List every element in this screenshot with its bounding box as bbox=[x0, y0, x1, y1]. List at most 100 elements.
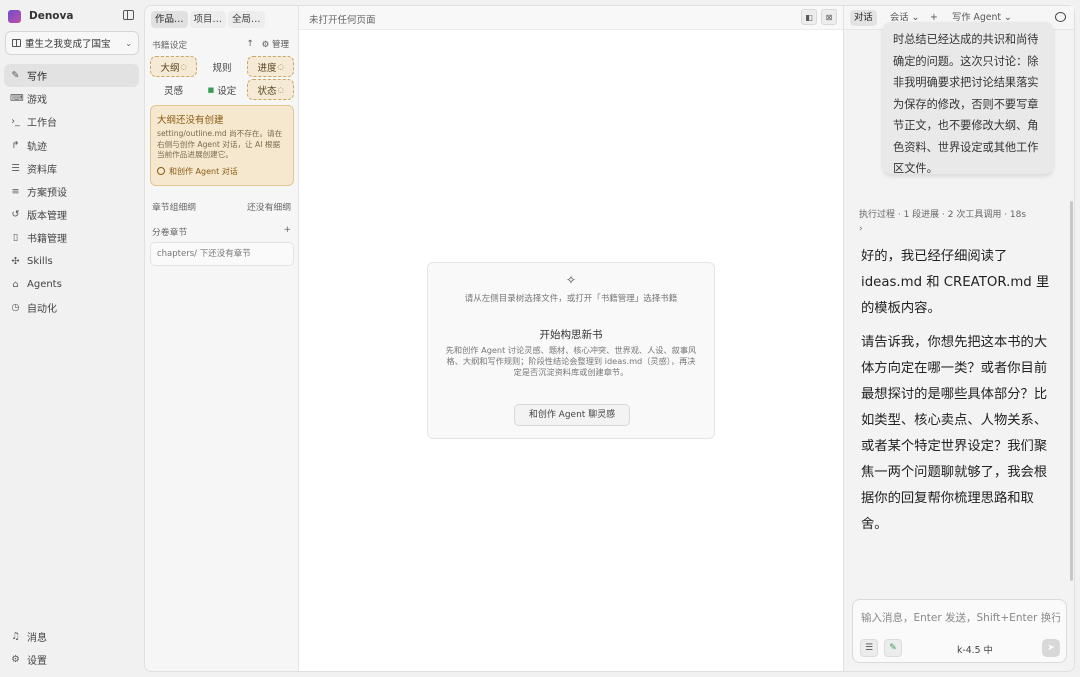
chapter-outline-label: 章节组细纲 bbox=[152, 203, 196, 213]
sparkle-icon: ✧ bbox=[565, 273, 577, 287]
sidebar-item-settings[interactable]: ⚙ 设置 bbox=[4, 648, 139, 671]
chat-scrollbar[interactable] bbox=[1070, 201, 1073, 581]
pending-icon: ◌ bbox=[277, 85, 284, 94]
settings-tiles: 大纲◌ 规则 进度◌ 灵感 设定 状态◌ bbox=[150, 56, 294, 100]
manage-bar: ↑ ⚙ 管理 bbox=[247, 38, 289, 50]
assistant-reply: 好的，我已经仔细阅读了 ideas.md 和 CREATOR.md 里的模板内容… bbox=[861, 244, 1051, 546]
chevron-right-icon: › bbox=[859, 224, 863, 234]
tile-label: 状态 bbox=[257, 85, 277, 97]
sparkle-icon: ✣ bbox=[11, 255, 20, 267]
left-sidebar: Denova 重生之我变成了国宝 ⌄ ✎ 写作 ⌨ 游戏 ›_ 工作台 ↱ 轨迹… bbox=[0, 0, 144, 677]
pen-icon: ✎ bbox=[11, 70, 20, 82]
gear-icon: ⚙ bbox=[11, 654, 20, 666]
close-panel-icon[interactable]: ⊠ bbox=[821, 9, 837, 25]
sliders-icon: ≡ bbox=[11, 186, 20, 198]
notice-link-label: 和创作 Agent 对话 bbox=[169, 166, 238, 176]
sidebar-item-label: 工作台 bbox=[27, 118, 57, 130]
file-panel: 作品… 项目… 全局… 书籍设定 ↑ ⚙ 管理 大纲◌ 规则 进度◌ 灵感 设定 bbox=[144, 5, 299, 672]
chat-inspiration-button[interactable]: 和创作 Agent 聊灵感 bbox=[514, 404, 630, 426]
sidebar-item-label: 消息 bbox=[27, 633, 47, 645]
bot-icon: ⌂ bbox=[12, 278, 19, 290]
sidebar-item-games[interactable]: ⌨ 游戏 bbox=[4, 87, 139, 110]
sidebar-item-books[interactable]: ▯ 书籍管理 bbox=[4, 226, 139, 249]
sidebar-nav: ✎ 写作 ⌨ 游戏 ›_ 工作台 ↱ 轨迹 ☰ 资料库 ≡ 方案预设 ↺ 版本管… bbox=[4, 64, 139, 319]
sidebar-item-messages[interactable]: ♫ 消息 bbox=[4, 625, 139, 648]
welcome-card: ✧ 请从左侧目录树选择文件，或打开「书籍管理」选择书籍 开始构思新书 先和创作 … bbox=[427, 262, 715, 439]
sidebar-item-workbench[interactable]: ›_ 工作台 bbox=[4, 110, 139, 133]
tile-label: 设定 bbox=[217, 85, 237, 97]
manage-button[interactable]: ⚙ 管理 bbox=[262, 38, 289, 50]
tile-label: 大纲 bbox=[160, 62, 180, 74]
reply-paragraph: 请告诉我，你想先把这本书的大体方向定在哪一类？或者你目前最想探讨的是哪些具体部分… bbox=[861, 335, 1048, 532]
editor-tab-title: 未打开任何页面 bbox=[309, 15, 376, 26]
tile-progress[interactable]: 进度 ◌ bbox=[247, 56, 294, 77]
tab-project[interactable]: 项目… bbox=[189, 11, 227, 28]
bell-icon: ♫ bbox=[11, 631, 20, 643]
notice-title: 大纲还没有创建 bbox=[157, 115, 224, 126]
volumes-label: 分卷章节 bbox=[152, 228, 188, 238]
chapter-outline-row: 章节组细纲 还没有细纲 bbox=[152, 200, 291, 213]
execution-summary-text: 执行过程 · 1 段进展 · 2 次工具调用 · 18s bbox=[859, 210, 1027, 220]
sidebar-item-skills[interactable]: ✣ Skills bbox=[4, 250, 139, 273]
sidebar-item-writing[interactable]: ✎ 写作 bbox=[4, 64, 139, 88]
manage-label: 管理 bbox=[271, 40, 289, 50]
brand: Denova bbox=[8, 8, 136, 24]
sidebar-item-presets[interactable]: ≡ 方案预设 bbox=[4, 180, 139, 203]
sidebar-item-agents[interactable]: ⌂ Agents bbox=[4, 273, 139, 296]
app-name: Denova bbox=[29, 10, 74, 22]
sidebar-item-label: Agents bbox=[27, 278, 62, 290]
welcome-hint: 请从左侧目录树选择文件，或打开「书籍管理」选择书籍 bbox=[464, 294, 678, 304]
send-icon[interactable]: ➤ bbox=[1042, 639, 1060, 657]
outline-missing-notice: 大纲还没有创建 setting/outline.md 尚不存在。请在右侧与创作 … bbox=[150, 105, 294, 186]
tile-label: 规则 bbox=[212, 62, 232, 74]
tab-dialog[interactable]: 对话 bbox=[850, 10, 877, 26]
upload-icon[interactable]: ↑ bbox=[247, 39, 254, 49]
sidebar-item-versions[interactable]: ↺ 版本管理 bbox=[4, 203, 139, 226]
chat-panel: 对话 会话 ⌄ + 写作 Agent ⌄ 时总结已经达成的共识和尚待确定的问题。… bbox=[843, 5, 1075, 672]
tab-global[interactable]: 全局… bbox=[228, 11, 265, 28]
edit-icon[interactable]: ✎ bbox=[884, 639, 902, 657]
sidebar-toggle-icon[interactable] bbox=[123, 10, 134, 20]
tab-works[interactable]: 作品… bbox=[151, 11, 188, 28]
chat-input-box[interactable]: 输入消息，Enter 发送，Shift+Enter 换行 ☰ ✎ k-4.5 中… bbox=[852, 599, 1067, 663]
execution-summary[interactable]: 执行过程 · 1 段进展 · 2 次工具调用 · 18s › bbox=[859, 208, 1059, 236]
sidebar-item-label: 资料库 bbox=[27, 164, 57, 176]
pending-icon: ◌ bbox=[277, 62, 284, 71]
tile-inspiration[interactable]: 灵感 bbox=[150, 79, 197, 100]
terminal-icon: ›_ bbox=[11, 116, 20, 128]
clock-icon: ◷ bbox=[11, 301, 20, 313]
chat-input[interactable]: 输入消息，Enter 发送，Shift+Enter 换行 bbox=[861, 610, 1060, 626]
tile-status[interactable]: 状态 ◌ bbox=[247, 79, 294, 100]
split-view-icon[interactable]: ◧ bbox=[801, 9, 817, 25]
gamepad-icon: ⌨ bbox=[10, 93, 24, 105]
sidebar-item-library[interactable]: ☰ 资料库 bbox=[4, 157, 139, 180]
chat-with-agent-link[interactable]: 和创作 Agent 对话 bbox=[157, 166, 287, 177]
chapters-empty-state: chapters/ 下还没有章节 bbox=[150, 242, 294, 266]
main-editor: 未打开任何页面 ◧ ⊠ ✧ 请从左侧目录树选择文件，或打开「书籍管理」选择书籍 … bbox=[299, 5, 843, 672]
list-icon[interactable]: ☰ bbox=[860, 639, 878, 657]
add-volume-button[interactable]: + bbox=[284, 225, 291, 238]
sidebar-item-label: 写作 bbox=[27, 72, 47, 84]
book-selector[interactable]: 重生之我变成了国宝 ⌄ bbox=[5, 31, 139, 55]
welcome-heading: 开始构思新书 bbox=[539, 329, 603, 341]
chat-bubble-icon[interactable] bbox=[1055, 12, 1066, 22]
sidebar-item-label: Skills bbox=[27, 255, 53, 267]
tile-setting[interactable]: 设定 bbox=[199, 79, 246, 100]
chapter-outline-status: 还没有细纲 bbox=[247, 203, 291, 213]
book-icon bbox=[12, 39, 21, 47]
book-selector-value: 重生之我变成了国宝 bbox=[25, 39, 111, 50]
route-icon: ↱ bbox=[11, 139, 20, 151]
book-settings-label: 书籍设定 bbox=[152, 41, 188, 51]
welcome-description: 先和创作 Agent 讨论灵感、题材、核心冲突、世界观、人设、叙事风格、大纲和写… bbox=[445, 345, 697, 377]
sidebar-item-label: 设置 bbox=[27, 656, 47, 668]
tile-outline[interactable]: 大纲 ◌ bbox=[150, 56, 197, 77]
sidebar-item-automation[interactable]: ◷ 自动化 bbox=[4, 296, 139, 319]
sidebar-item-label: 自动化 bbox=[27, 303, 57, 315]
tile-rules[interactable]: 规则 bbox=[199, 56, 246, 77]
sidebar-item-label: 版本管理 bbox=[27, 211, 67, 223]
sidebar-item-trace[interactable]: ↱ 轨迹 bbox=[4, 134, 139, 157]
book-open-icon: ▯ bbox=[12, 232, 19, 244]
sidebar-item-label: 轨迹 bbox=[27, 141, 47, 153]
model-selector[interactable]: k-4.5 中 bbox=[957, 642, 993, 656]
user-message: 时总结已经达成的共识和尚待确定的问题。这次只讨论：除非我明确要求把讨论结果落实为… bbox=[883, 22, 1053, 174]
